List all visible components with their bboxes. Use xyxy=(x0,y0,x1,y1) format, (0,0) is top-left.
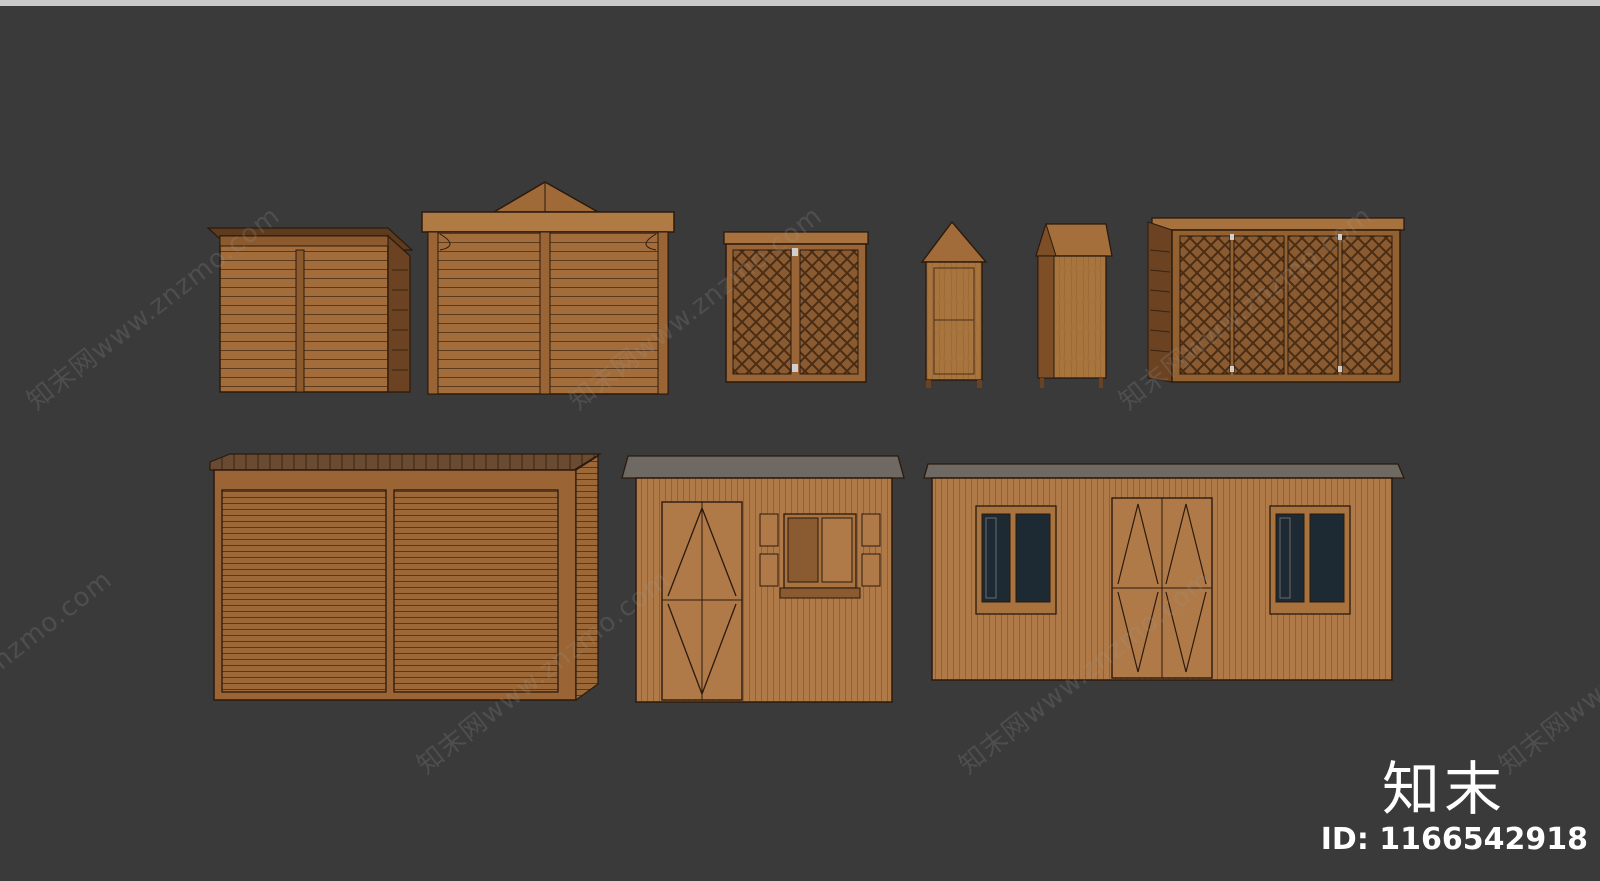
model-cabin-with-window xyxy=(621,455,905,703)
viewport-canvas: 知末网www.znzmo.com 知末网www.znzmo.com 知末网www… xyxy=(0,0,1600,881)
model-lattice-wide-shed xyxy=(1147,217,1405,383)
model-roller-door-shed xyxy=(209,453,603,702)
model-slatted-shed-small xyxy=(206,227,414,393)
model-lattice-cabinet xyxy=(723,231,869,383)
model-gable-pergola-shed xyxy=(421,181,675,395)
model-scene xyxy=(206,181,1405,703)
model-gable-storage-box xyxy=(1035,222,1113,388)
brand-logo: 知末 xyxy=(1381,755,1506,823)
model-id-label: ID: 1166542918 xyxy=(1320,822,1588,857)
model-tall-narrow-shed xyxy=(920,220,988,388)
model-long-cabin-two-windows xyxy=(923,463,1405,681)
